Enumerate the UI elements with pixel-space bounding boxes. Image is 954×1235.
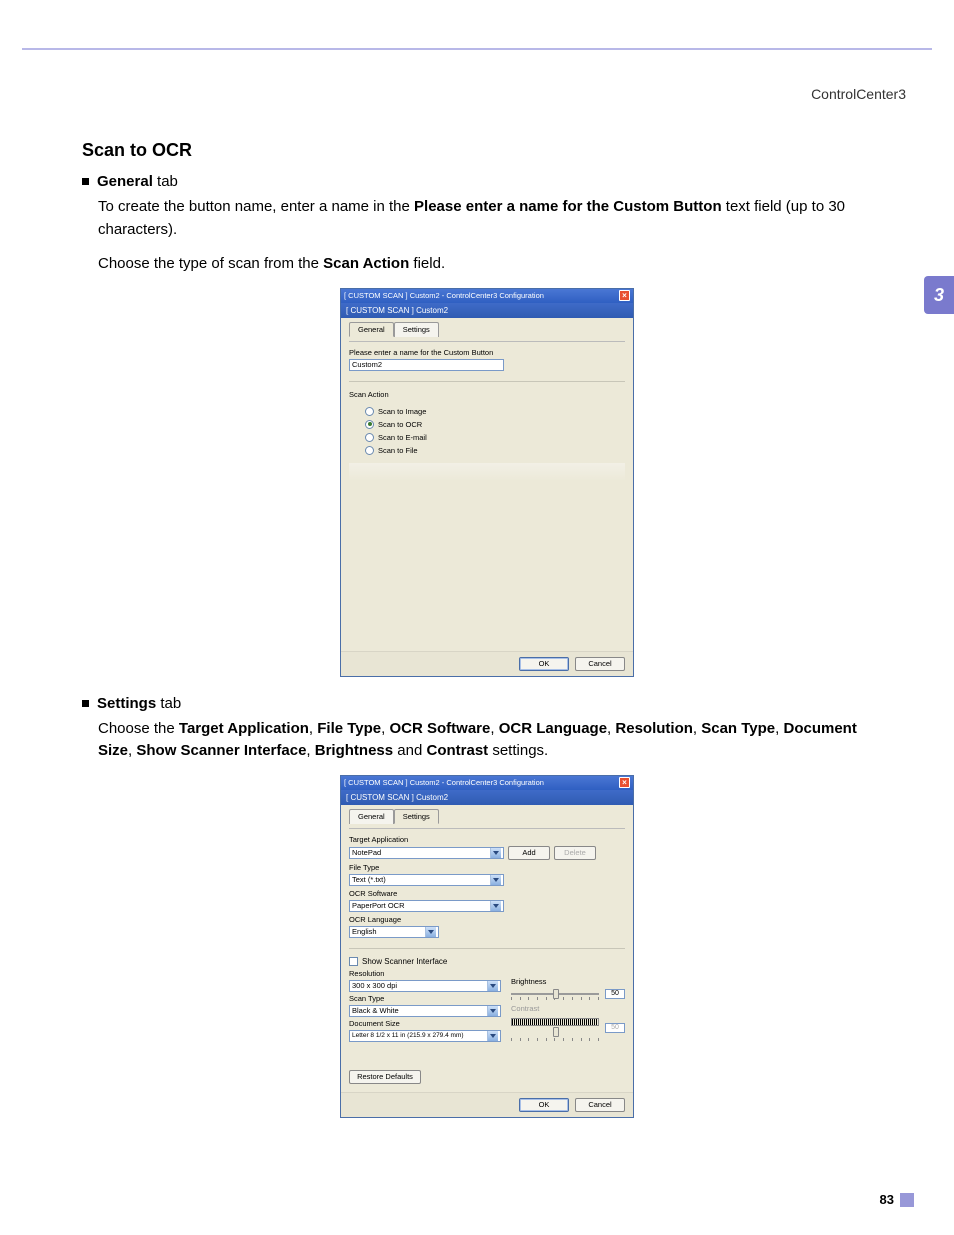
doc-size-combo[interactable]: Letter 8 1/2 x 11 in (215.9 x 279.4 mm) (349, 1030, 501, 1042)
custom-name-input[interactable] (349, 359, 504, 371)
target-app-label: Target Application (349, 835, 625, 844)
add-button[interactable]: Add (508, 846, 550, 860)
chevron-down-icon (490, 848, 501, 858)
brightness-slider[interactable] (511, 993, 599, 995)
resolution-combo[interactable]: 300 x 300 dpi (349, 980, 501, 992)
general-para-2: Choose the type of scan from the Scan Ac… (98, 253, 892, 276)
delete-button[interactable]: Delete (554, 846, 596, 860)
divider (349, 381, 625, 382)
ok-button[interactable]: OK (519, 657, 569, 671)
titlebar: [ CUSTOM SCAN ] Custom2 - ControlCenter3… (341, 776, 633, 790)
ocr-language-label: OCR Language (349, 915, 625, 924)
dialog-general: [ CUSTOM SCAN ] Custom2 - ControlCenter3… (340, 288, 634, 677)
restore-defaults-button[interactable]: Restore Defaults (349, 1070, 421, 1084)
brightness-value: 50 (605, 989, 625, 999)
page-number: 83 (880, 1192, 894, 1207)
section-title: Scan to OCR (82, 140, 892, 161)
settings-tab-heading: Settings tab (97, 695, 181, 712)
dialog-title: [ CUSTOM SCAN ] Custom2 - ControlCenter3… (344, 778, 544, 787)
scan-action-label: Scan Action (349, 390, 625, 399)
chevron-down-icon (425, 927, 436, 937)
chevron-down-icon (487, 981, 498, 991)
chevron-down-icon (487, 1006, 498, 1016)
contrast-slider[interactable] (511, 1018, 599, 1026)
dialog-title: [ CUSTOM SCAN ] Custom2 - ControlCenter3… (344, 291, 544, 300)
general-tab-heading: General tab (97, 173, 178, 190)
cancel-button[interactable]: Cancel (575, 657, 625, 671)
dialog-settings: [ CUSTOM SCAN ] Custom2 - ControlCenter3… (340, 775, 634, 1118)
tab-general[interactable]: General (349, 322, 394, 337)
tab-settings[interactable]: Settings (394, 322, 439, 337)
page-accent (900, 1193, 914, 1207)
radio-scan-image[interactable]: Scan to Image (365, 407, 625, 416)
radio-scan-ocr[interactable]: Scan to OCR (365, 420, 625, 429)
show-scanner-checkbox[interactable]: Show Scanner Interface (349, 957, 625, 966)
ocr-software-combo[interactable]: PaperPort OCR (349, 900, 504, 912)
titlebar: [ CUSTOM SCAN ] Custom2 - ControlCenter3… (341, 289, 633, 303)
file-type-combo[interactable]: Text (*.txt) (349, 874, 504, 886)
top-rule (22, 48, 932, 50)
contrast-label: Contrast (511, 1004, 625, 1013)
tab-general[interactable]: General (349, 809, 394, 824)
resolution-label: Resolution (349, 969, 501, 978)
general-para-1: To create the button name, enter a name … (98, 196, 892, 241)
cancel-button[interactable]: Cancel (575, 1098, 625, 1112)
bullet-icon (82, 178, 89, 185)
ok-button[interactable]: OK (519, 1098, 569, 1112)
radio-scan-email[interactable]: Scan to E-mail (365, 433, 625, 442)
page-header: ControlCenter3 (811, 86, 906, 102)
name-label: Please enter a name for the Custom Butto… (349, 348, 625, 357)
tab-settings[interactable]: Settings (394, 809, 439, 824)
doc-size-label: Document Size (349, 1019, 501, 1028)
file-type-label: File Type (349, 863, 625, 872)
chevron-down-icon (487, 1031, 498, 1041)
ocr-software-label: OCR Software (349, 889, 625, 898)
target-app-combo[interactable]: NotePad (349, 847, 504, 859)
chapter-tab: 3 (924, 276, 954, 314)
scan-type-combo[interactable]: Black & White (349, 1005, 501, 1017)
close-icon[interactable]: × (619, 290, 630, 301)
bullet-icon (82, 700, 89, 707)
radio-scan-file[interactable]: Scan to File (365, 446, 625, 455)
dialog-subbar: [ CUSTOM SCAN ] Custom2 (341, 790, 633, 805)
scan-type-label: Scan Type (349, 994, 501, 1003)
chevron-down-icon (490, 901, 501, 911)
settings-para: Choose the Target Application, File Type… (98, 718, 892, 763)
divider (349, 948, 625, 949)
contrast-value: 50 (605, 1023, 625, 1033)
chevron-down-icon (490, 875, 501, 885)
close-icon[interactable]: × (619, 777, 630, 788)
dialog-subbar: [ CUSTOM SCAN ] Custom2 (341, 303, 633, 318)
brightness-label: Brightness (511, 977, 625, 986)
ocr-language-combo[interactable]: English (349, 926, 439, 938)
